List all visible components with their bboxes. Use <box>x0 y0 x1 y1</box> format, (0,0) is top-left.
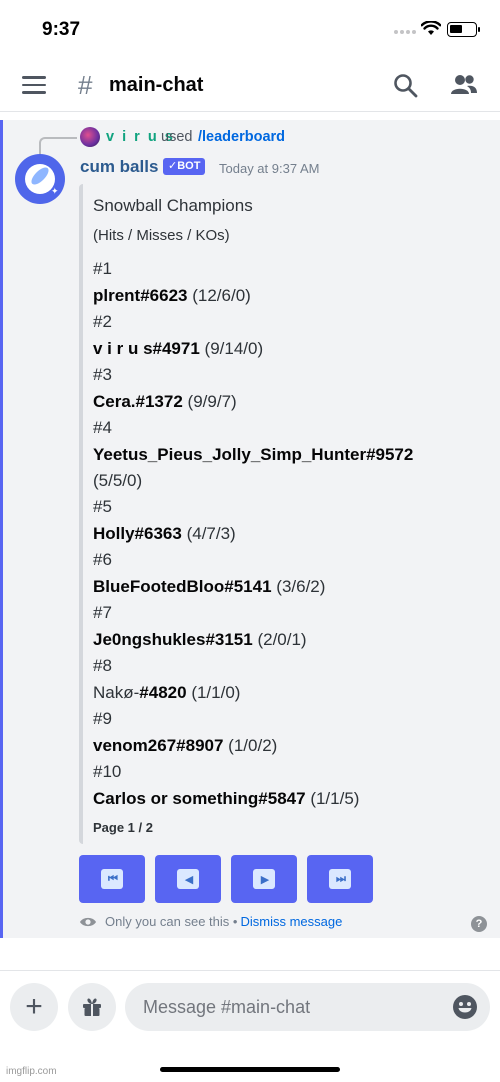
wifi-icon <box>421 21 441 35</box>
rank-label: #8 <box>93 656 112 675</box>
eye-icon <box>80 917 96 926</box>
embed-title: Snowball Champions <box>93 196 253 215</box>
leaderboard-entry: Holly#6363 (4/7/3) <box>93 524 236 543</box>
reply-connector <box>39 137 77 155</box>
bot-avatar[interactable]: ✦ <box>15 154 65 204</box>
rank-label: #10 <box>93 762 122 781</box>
rank-label: #6 <box>93 550 112 569</box>
first-page-button[interactable]: ⏮ <box>79 855 145 903</box>
leaderboard-entry: venom267#8907 (1/0/2) <box>93 736 278 755</box>
gift-button[interactable] <box>68 983 116 1031</box>
message-area: v i r u s used /leaderboard ✦ cum balls … <box>0 120 500 938</box>
reply-avatar[interactable] <box>80 127 100 147</box>
menu-icon[interactable] <box>22 76 46 96</box>
battery-icon <box>447 22 480 37</box>
members-icon[interactable] <box>450 73 478 97</box>
leaderboard-entry: BlueFootedBloo#5141 (3/6/2) <box>93 577 326 596</box>
next-page-button[interactable]: ▶ <box>231 855 297 903</box>
bot-badge: ✓BOT <box>163 158 206 175</box>
message-author[interactable]: cum balls <box>80 157 158 177</box>
ephemeral-text: Only you can see this <box>105 914 230 929</box>
next-icon: ▶ <box>253 869 275 889</box>
watermark: imgflip.com <box>6 1066 57 1077</box>
skip-forward-icon: ⏭ <box>329 869 351 889</box>
status-bar: 9:37 <box>0 0 500 60</box>
leaderboard-entry: v i r u s#4971 (9/14/0) <box>93 339 264 358</box>
rank-label: #4 <box>93 418 112 437</box>
add-attachment-button[interactable]: + <box>10 983 58 1031</box>
leaderboard-entry: Cera.#1372 (9/9/7) <box>93 392 237 411</box>
skip-back-icon: ⏮ <box>101 869 123 889</box>
pagination-buttons: ⏮ ◀ ▶ ⏭ <box>79 855 373 903</box>
message-timestamp: Today at 9:37 AM <box>219 161 320 176</box>
reply-command[interactable]: /leaderboard <box>198 129 285 145</box>
channel-hash-icon: # <box>78 70 93 100</box>
leaderboard-entry-stats: (5/5/0) <box>93 471 143 490</box>
rank-label: #1 <box>93 259 112 278</box>
rank-label: #5 <box>93 497 112 516</box>
reply-used-text: used <box>161 129 193 145</box>
home-indicator <box>160 1067 340 1072</box>
page-indicator: Page 1 / 2 <box>93 820 153 835</box>
leaderboard-entry: Carlos or something#5847 (1/1/5) <box>93 789 360 808</box>
rank-label: #2 <box>93 312 112 331</box>
last-page-button[interactable]: ⏭ <box>307 855 373 903</box>
help-icon[interactable]: ? <box>471 916 487 932</box>
previous-page-button[interactable]: ◀ <box>155 855 221 903</box>
channel-name: main-chat <box>109 74 204 96</box>
previous-icon: ◀ <box>177 869 199 889</box>
rank-label: #7 <box>93 603 112 622</box>
ephemeral-separator: • <box>232 914 238 929</box>
ephemeral-notice: Only you can see this • Dismiss message <box>79 914 342 929</box>
signal-icon <box>394 30 416 34</box>
composer-divider <box>0 970 500 971</box>
leaderboard-entry: Nakø-#4820 (1/1/0) <box>93 683 241 702</box>
search-icon[interactable] <box>393 73 419 99</box>
status-time: 9:37 <box>42 19 81 40</box>
leaderboard-entry: Je0ngshukles#3151 (2/0/1) <box>93 630 307 649</box>
dismiss-message-link[interactable]: Dismiss message <box>240 914 342 929</box>
message-input[interactable] <box>125 983 490 1031</box>
gift-icon <box>83 998 101 1016</box>
channel-header: # main-chat <box>0 60 500 112</box>
rank-label: #3 <box>93 365 112 384</box>
embed-subtitle: (Hits / Misses / KOs) <box>93 227 230 244</box>
leaderboard-entry: plrent#6623 (12/6/0) <box>93 286 251 305</box>
leaderboard-embed: Snowball Champions (Hits / Misses / KOs)… <box>79 184 489 844</box>
leaderboard-entry: Yeetus_Pieus_Jolly_Simp_Hunter#9572 <box>93 445 414 464</box>
emoji-icon[interactable] <box>452 994 478 1020</box>
rank-label: #9 <box>93 709 112 728</box>
